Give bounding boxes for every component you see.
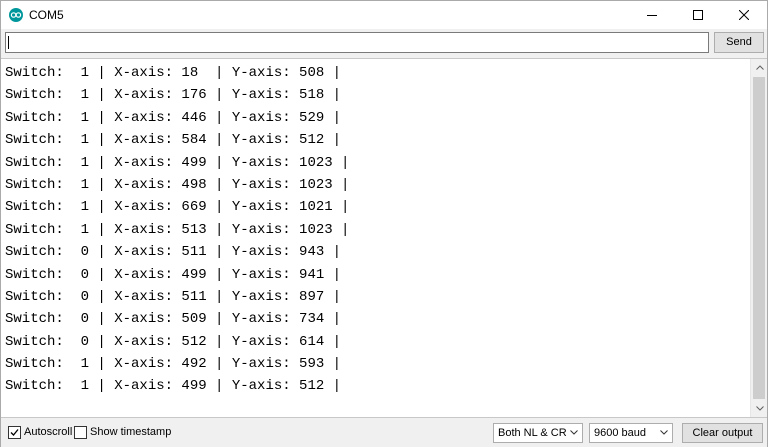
clear-output-button[interactable]: Clear output (682, 423, 763, 443)
close-icon (739, 10, 749, 20)
output-line: Switch: 1 | X-axis: 492 | Y-axis: 593 | (5, 356, 342, 373)
output-line: Switch: 1 | X-axis: 669 | Y-axis: 1021 | (5, 199, 350, 216)
output-line: Switch: 0 | X-axis: 512 | Y-axis: 614 | (5, 333, 342, 350)
output-lines: Switch: 1 | X-axis: 18 | Y-axis: 508 | Sw… (5, 62, 749, 398)
chevron-down-icon (570, 430, 578, 435)
show-timestamp-checkbox[interactable] (74, 426, 87, 439)
chevron-up-icon (755, 65, 764, 70)
close-button[interactable] (721, 1, 767, 29)
minimize-icon (647, 15, 657, 16)
serial-monitor-window: COM5 Send Switch: 1 | X-axis: 18 | Y-axi… (0, 0, 768, 447)
text-caret (8, 36, 9, 49)
arduino-icon (9, 8, 23, 22)
output-line: Switch: 0 | X-axis: 499 | Y-axis: 941 | (5, 266, 342, 283)
title-bar: COM5 (1, 1, 767, 29)
output-line: Switch: 1 | X-axis: 513 | Y-axis: 1023 | (5, 221, 350, 238)
output-line: Switch: 1 | X-axis: 499 | Y-axis: 1023 | (5, 154, 350, 171)
chevron-down-icon (660, 430, 668, 435)
maximize-icon (693, 10, 703, 20)
scroll-thumb[interactable] (753, 77, 765, 399)
output-line: Switch: 1 | X-axis: 176 | Y-axis: 518 | (5, 87, 342, 104)
output-line: Switch: 1 | X-axis: 584 | Y-axis: 512 | (5, 132, 342, 149)
baud-rate-select[interactable]: 9600 baud (589, 423, 673, 443)
line-ending-value: Both NL & CR (498, 427, 567, 439)
scroll-down-button[interactable] (751, 400, 767, 417)
checkmark-icon (10, 429, 19, 436)
output-line: Switch: 0 | X-axis: 511 | Y-axis: 897 | (5, 288, 342, 305)
window-title: COM5 (29, 8, 64, 22)
serial-input[interactable] (5, 32, 709, 53)
serial-output[interactable]: Switch: 1 | X-axis: 18 | Y-axis: 508 | Sw… (1, 58, 767, 418)
autoscroll-checkbox[interactable] (8, 426, 21, 439)
send-bar: Send (1, 29, 767, 57)
line-ending-select[interactable]: Both NL & CR (493, 423, 583, 443)
show-timestamp-label[interactable]: Show timestamp (90, 426, 171, 438)
send-button[interactable]: Send (714, 32, 764, 53)
vertical-scrollbar[interactable] (750, 59, 767, 417)
output-line: Switch: 1 | X-axis: 499 | Y-axis: 512 | (5, 378, 342, 395)
output-line: Switch: 1 | X-axis: 498 | Y-axis: 1023 | (5, 176, 350, 193)
scroll-up-button[interactable] (751, 59, 767, 76)
status-bar: Autoscroll Show timestamp Both NL & CR 9… (1, 419, 767, 447)
baud-rate-value: 9600 baud (594, 427, 646, 439)
output-line: Switch: 1 | X-axis: 446 | Y-axis: 529 | (5, 109, 342, 126)
output-line: Switch: 1 | X-axis: 18 | Y-axis: 508 | (5, 65, 342, 81)
autoscroll-label[interactable]: Autoscroll (24, 426, 72, 438)
output-line: Switch: 0 | X-axis: 511 | Y-axis: 943 | (5, 244, 342, 261)
maximize-button[interactable] (675, 1, 721, 29)
minimize-button[interactable] (629, 1, 675, 29)
chevron-down-icon (755, 406, 764, 411)
output-line: Switch: 0 | X-axis: 509 | Y-axis: 734 | (5, 311, 342, 328)
